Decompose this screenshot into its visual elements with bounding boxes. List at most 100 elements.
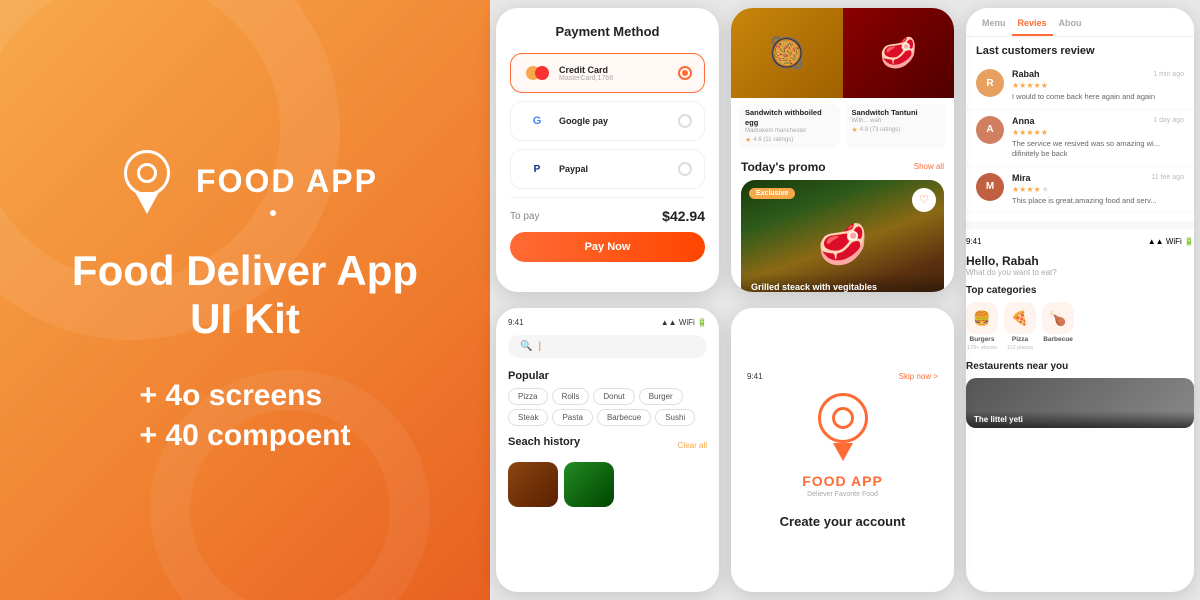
tag-sushi[interactable]: Sushi bbox=[655, 409, 695, 426]
onboard-logo-circle bbox=[818, 393, 868, 443]
pay-now-button[interactable]: Pay Now bbox=[510, 232, 705, 262]
sandwich-info-row: Sandwitch withboiled egg Madrakem manche… bbox=[731, 98, 954, 154]
google-pay-option[interactable]: G Google pay bbox=[510, 101, 705, 141]
tag-donut[interactable]: Donut bbox=[593, 388, 634, 405]
popular-label: Popular bbox=[508, 370, 707, 382]
clear-all-button[interactable]: Clear all bbox=[678, 441, 707, 450]
tab-about[interactable]: Abou bbox=[1053, 18, 1088, 36]
promo-header: Today's promo Show all bbox=[741, 160, 944, 174]
review-text-1: I would to come back here again and agai… bbox=[1012, 92, 1184, 103]
promo-phone-mockup: 🥘 🥩 Sandwitch withboiled egg Madrakem ma… bbox=[731, 8, 954, 292]
history-item-1[interactable] bbox=[508, 462, 558, 507]
bbq-icon: 🍗 bbox=[1042, 302, 1074, 334]
topay-amount: $42.94 bbox=[662, 208, 705, 224]
logo-area: FOOD APP bbox=[112, 147, 378, 217]
onboard-logo bbox=[818, 393, 868, 461]
onboard-app-name: FOOD APP bbox=[802, 473, 883, 489]
sandwich-card-1: Sandwitch withboiled egg Madrakem manche… bbox=[739, 104, 840, 148]
hello-sub: What do you want to eat? bbox=[966, 268, 1194, 277]
pizza-label: Pizza bbox=[1012, 336, 1028, 343]
review-time-3: 11 fee ago bbox=[1151, 174, 1184, 181]
features-list: + 4o screens + 40 compoent bbox=[140, 379, 351, 453]
sandwich2-loc: With... wah bbox=[852, 118, 941, 124]
right-panels: Payment Method Credit Card MasterCard,17… bbox=[490, 0, 1200, 600]
history-items bbox=[508, 462, 707, 507]
review-text-3: This place is great,amazing food and ser… bbox=[1012, 196, 1184, 207]
history-label: Seach history bbox=[508, 436, 580, 448]
feature-screens: + 4o screens bbox=[140, 379, 351, 413]
dot-accent bbox=[270, 210, 276, 216]
create-account-text: Create your account bbox=[780, 514, 906, 529]
search-status-bar: 9:41 ▲▲ WiFi 🔋 bbox=[508, 318, 707, 327]
search-screen: 9:41 ▲▲ WiFi 🔋 🔍 | Popular Pizza Rolls D… bbox=[496, 308, 719, 517]
reviews-divider bbox=[966, 221, 1194, 229]
promo-section-title: Today's promo bbox=[741, 160, 826, 174]
review-name-3: Mira bbox=[1012, 173, 1031, 183]
burger-icon: 🍔 bbox=[966, 302, 998, 334]
sandwich1-name: Sandwitch withboiled egg bbox=[745, 108, 834, 128]
tag-steak[interactable]: Steak bbox=[508, 409, 548, 426]
tag-barbecue[interactable]: Barbecue bbox=[597, 409, 651, 426]
google-pay-info: Google pay bbox=[559, 116, 678, 126]
tag-pasta[interactable]: Pasta bbox=[552, 409, 592, 426]
onboard-logo-inner bbox=[832, 407, 854, 429]
reviews-screen: Menu Revies Abou Last customers review R… bbox=[966, 8, 1194, 592]
review-avatar-1: R bbox=[976, 69, 1004, 97]
promo-food-name: Grilled steack with vegitables bbox=[751, 282, 934, 292]
category-bbq[interactable]: 🍗 Barbecue bbox=[1042, 302, 1074, 351]
review-item-3: M Mira 11 fee ago ★★★★★ This place is gr… bbox=[966, 167, 1194, 214]
review-avatar-3: M bbox=[976, 173, 1004, 201]
food-image-1: 🥘 bbox=[731, 8, 843, 98]
tab-menu[interactable]: Menu bbox=[976, 18, 1012, 36]
promo-panel-wrap: 🥘 🥩 Sandwitch withboiled egg Madrakem ma… bbox=[725, 0, 960, 300]
tag-rolls[interactable]: Rolls bbox=[552, 388, 590, 405]
paypal-info: Paypal bbox=[559, 164, 678, 174]
reviews-section-title: Last customers review bbox=[966, 37, 1194, 63]
tab-reviews[interactable]: Revies bbox=[1012, 18, 1053, 36]
top-cats-title: Top categories bbox=[966, 285, 1194, 296]
review-content-2: Anna 1 day ago ★★★★★ The service we resi… bbox=[1012, 116, 1184, 160]
food-image-2: 🥩 bbox=[843, 8, 955, 98]
review-stars-2: ★★★★★ bbox=[1012, 128, 1184, 137]
promo-card-info: Grilled steack with vegitables $ 21 28 bbox=[741, 274, 944, 293]
google-pay-radio[interactable] bbox=[678, 114, 692, 128]
sandwich1-rating: 4.6 (11 ratings) bbox=[753, 137, 793, 143]
tag-pizza[interactable]: Pizza bbox=[508, 388, 548, 405]
review-avatar-2: A bbox=[976, 116, 1004, 144]
logo-icon bbox=[112, 147, 182, 217]
credit-card-radio[interactable] bbox=[678, 66, 692, 80]
search-box[interactable]: 🔍 | bbox=[508, 335, 707, 358]
show-all-link[interactable]: Show all bbox=[914, 162, 944, 171]
nearby-title: Restaurents near you bbox=[966, 361, 1194, 372]
reviews-panel-wrap: Menu Revies Abou Last customers review R… bbox=[960, 0, 1200, 600]
logo-drop-icon bbox=[135, 192, 159, 214]
category-pizza[interactable]: 🍕 Pizza 112 places bbox=[1004, 302, 1036, 351]
credit-card-option[interactable]: Credit Card MasterCard,1768 bbox=[510, 53, 705, 93]
pizza-sub: 112 places bbox=[1007, 345, 1033, 351]
category-burgers[interactable]: 🍔 Burgers 175+ places bbox=[966, 302, 998, 351]
paypal-option[interactable]: P Paypal bbox=[510, 149, 705, 189]
onboard-logo-drop-icon bbox=[833, 443, 853, 461]
history-title-row: Seach history Clear all bbox=[508, 436, 707, 454]
onboard-panel-wrap: 9:41 Skip now > FOOD APP Deliever Favori… bbox=[725, 300, 960, 600]
review-content-1: Rabah 1 min ago ★★★★★ I would to come ba… bbox=[1012, 69, 1184, 103]
payment-screen: Payment Method Credit Card MasterCard,17… bbox=[496, 8, 719, 278]
skip-link[interactable]: Skip now > bbox=[899, 372, 938, 381]
restaurant-card[interactable]: The littel yeti bbox=[966, 378, 1194, 428]
paypal-radio[interactable] bbox=[678, 162, 692, 176]
search-phone-mockup: 9:41 ▲▲ WiFi 🔋 🔍 | Popular Pizza Rolls D… bbox=[496, 308, 719, 592]
topay-row: To pay $42.94 bbox=[510, 197, 705, 232]
onboard-tagline: Deliever Favorite Food bbox=[807, 491, 878, 498]
hello-text: Hello, Rabah bbox=[966, 254, 1194, 268]
exclusive-badge: Exclusive bbox=[749, 188, 795, 199]
review-text-2: The service we resived was so amazing wi… bbox=[1012, 139, 1184, 160]
promo-food-card: 🥩 Exclusive ♡ Grilled steack with vegita… bbox=[741, 180, 944, 293]
bbq-label: Barbecue bbox=[1043, 336, 1073, 343]
history-item-2[interactable] bbox=[564, 462, 614, 507]
onboard-status-bar: 9:41 Skip now > bbox=[747, 372, 938, 381]
heart-button[interactable]: ♡ bbox=[912, 188, 936, 212]
payment-title: Payment Method bbox=[510, 24, 705, 39]
logo-title: FOOD APP bbox=[196, 163, 378, 200]
paypal-name: Paypal bbox=[559, 164, 678, 174]
tag-burger[interactable]: Burger bbox=[639, 388, 683, 405]
